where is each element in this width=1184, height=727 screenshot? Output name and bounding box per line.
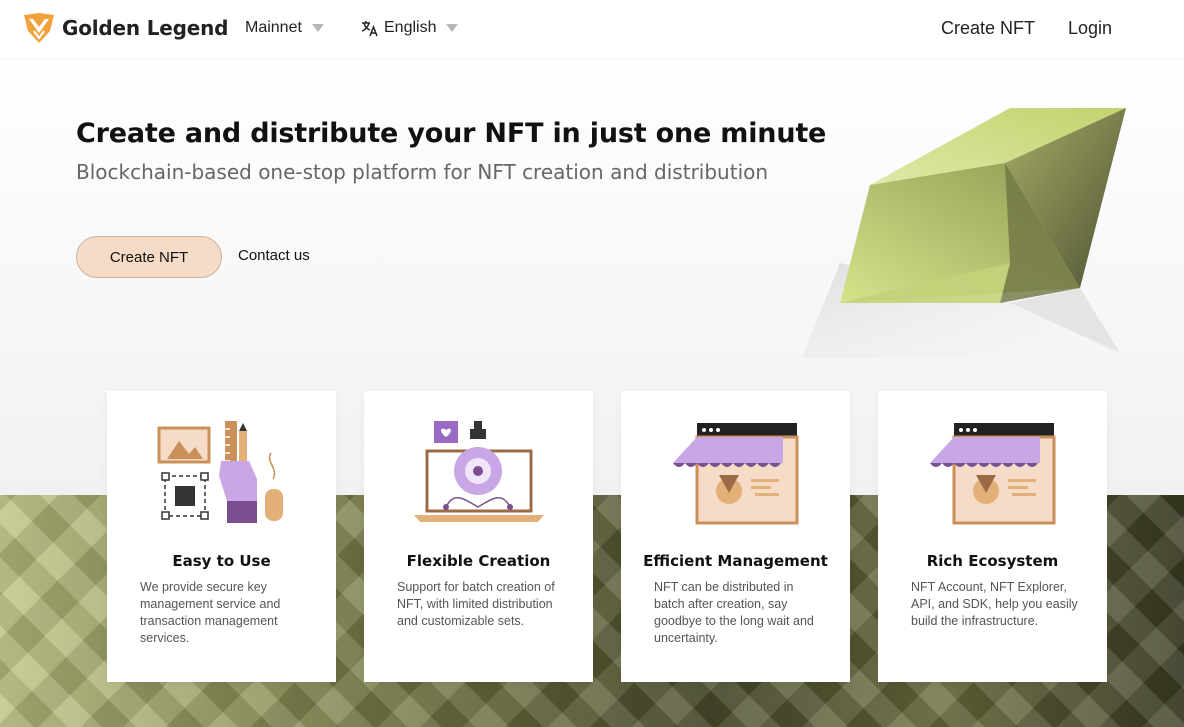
language-label: English xyxy=(384,19,437,36)
feature-card-rich-ecosystem: Rich Ecosystem NFT Account, NFT Explorer… xyxy=(878,391,1107,682)
create-nft-nav-link[interactable]: Create NFT xyxy=(941,18,1035,39)
feature-card-easy-to-use: Easy to Use We provide secure key manage… xyxy=(107,391,336,682)
feature-description: We provide secure key management service… xyxy=(140,580,281,645)
caret-down-icon xyxy=(446,24,459,32)
feature-description: NFT can be distributed in batch after cr… xyxy=(654,580,814,645)
feature-card-flexible-creation: Flexible Creation Support for batch crea… xyxy=(364,391,593,682)
feature-description: Support for batch creation of NFT, with … xyxy=(397,580,555,628)
storefront-icon xyxy=(930,423,1056,525)
storefront-icon xyxy=(673,423,799,525)
feature-title: Rich Ecosystem xyxy=(926,552,1059,570)
feature-title: Easy to Use xyxy=(172,552,271,570)
feature-title: Efficient Management xyxy=(643,552,828,570)
laptop-creation-icon xyxy=(414,421,544,522)
feature-description: NFT Account, NFT Explorer, API, and SDK,… xyxy=(911,580,1078,628)
brand-logo[interactable]: Golden Legend xyxy=(22,11,228,45)
brand-name: Golden Legend xyxy=(62,16,229,40)
network-selector[interactable]: Mainnet xyxy=(245,19,324,37)
shield-logo-icon xyxy=(24,13,54,43)
design-tools-icon xyxy=(157,421,283,523)
hero-subtitle: Blockchain-based one-stop platform for N… xyxy=(76,160,769,184)
create-nft-button[interactable]: Create NFT xyxy=(76,236,222,278)
contact-us-link[interactable]: Contact us xyxy=(238,247,310,264)
hero-title: Create and distribute your NFT in just o… xyxy=(76,118,827,149)
top-nav-bar: Golden Legend Mainnet English Create NFT… xyxy=(0,0,1184,58)
translate-icon xyxy=(361,20,378,36)
network-label: Mainnet xyxy=(245,19,302,36)
feature-card-efficient-management: Efficient Management NFT can be distribu… xyxy=(621,391,850,682)
login-link[interactable]: Login xyxy=(1068,18,1112,39)
gem-illustration xyxy=(802,108,1126,358)
caret-down-icon xyxy=(311,24,324,32)
feature-title: Flexible Creation xyxy=(406,552,551,570)
language-selector[interactable]: English xyxy=(361,19,459,37)
